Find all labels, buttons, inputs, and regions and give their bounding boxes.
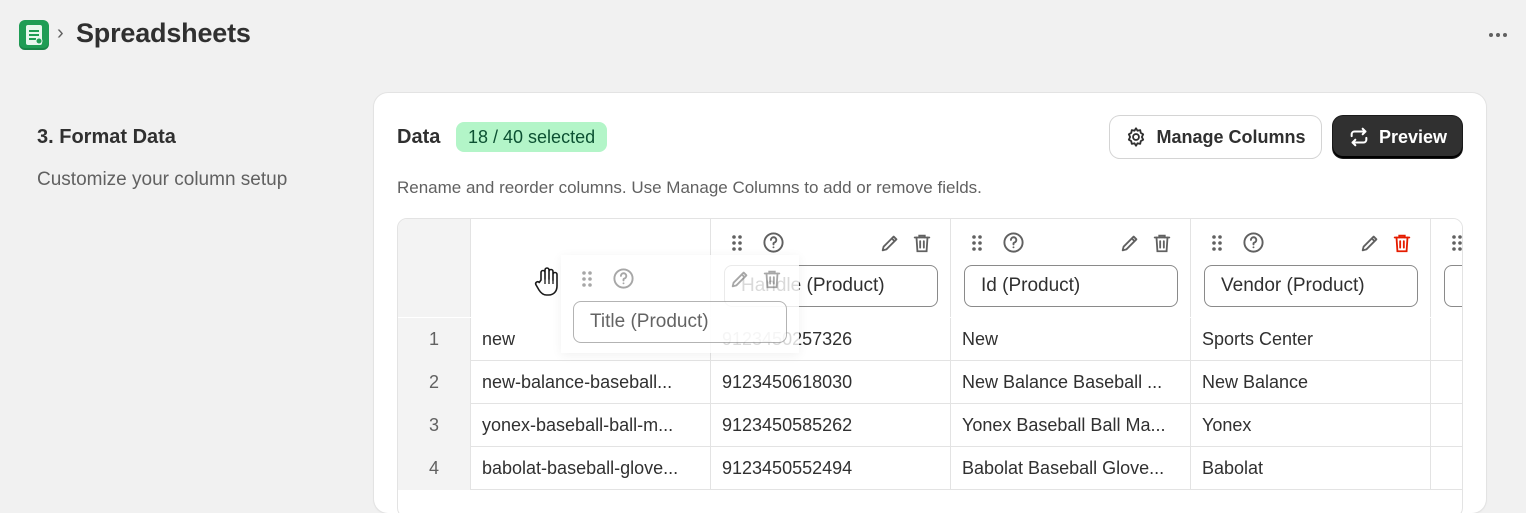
delete-trash-icon[interactable] (911, 231, 933, 255)
help-icon[interactable] (762, 231, 785, 254)
edit-pencil-icon[interactable] (1119, 232, 1141, 254)
column-name-input[interactable]: Id (Product) (964, 265, 1178, 307)
table-cell (1431, 404, 1462, 447)
table-cell: Sports Center (1191, 318, 1431, 361)
edit-pencil-icon[interactable] (879, 232, 901, 254)
table-cell: Babolat Baseball Glove... (951, 447, 1191, 490)
row-number: 2 (398, 361, 471, 404)
column-name-input[interactable]: Title (Product) (573, 301, 787, 343)
help-icon[interactable] (1242, 231, 1265, 254)
table-row: 3 yonex-baseball-ball-m... 9123450585262… (398, 404, 1462, 447)
refresh-icon (1350, 127, 1368, 147)
edit-pencil-icon[interactable] (1359, 232, 1381, 254)
table-cell: 9123450552494 (711, 447, 951, 490)
column-header-vendor: Vendor (Product) (1191, 219, 1431, 317)
row-number: 1 (398, 318, 471, 361)
drag-handle-icon[interactable] (1451, 234, 1463, 252)
column-header-id: Id (Product) (951, 219, 1191, 317)
table-cell: New (951, 318, 1191, 361)
table-cell (1431, 318, 1462, 361)
manage-columns-label: Manage Columns (1156, 126, 1306, 147)
table-cell: Yonex Baseball Ball Ma... (951, 404, 1191, 447)
row-number: 3 (398, 404, 471, 447)
top-bar: › Spreadsheets (0, 0, 1526, 70)
row-number-header (398, 219, 471, 317)
table-cell: yonex-baseball-ball-m... (471, 404, 711, 447)
column-header-next (1431, 219, 1463, 317)
step-subtitle: Customize your column setup (37, 169, 288, 190)
card-description: Rename and reorder columns. Use Manage C… (397, 178, 982, 197)
card-title: Data (397, 126, 441, 148)
table-cell: new-balance-baseball... (471, 361, 711, 404)
step-title: 3. Format Data (37, 126, 176, 148)
preview-button[interactable]: Preview (1333, 116, 1462, 158)
table-cell: New Balance (1191, 361, 1431, 404)
table-cell: 9123450585262 (711, 404, 951, 447)
drag-handle-icon[interactable] (731, 234, 743, 252)
table-cell (1431, 447, 1462, 490)
breadcrumb-chevron-icon: › (57, 22, 64, 44)
delete-trash-icon[interactable] (1151, 231, 1173, 255)
drag-handle-icon[interactable] (1211, 234, 1223, 252)
table-cell: New Balance Baseball ... (951, 361, 1191, 404)
grab-hand-cursor-icon (534, 267, 558, 296)
data-card: Data 18 / 40 selected Manage Columns Pre… (374, 93, 1486, 513)
dragging-column-ghost[interactable]: Title (Product) (561, 255, 799, 353)
selected-count-badge: 18 / 40 selected (456, 122, 608, 152)
drag-handle-icon[interactable] (971, 234, 983, 252)
page-title: Spreadsheets (76, 18, 251, 48)
table-cell: 9123450618030 (711, 361, 951, 404)
help-icon[interactable] (612, 267, 635, 290)
delete-trash-icon[interactable] (761, 267, 783, 291)
table-cell: Yonex (1191, 404, 1431, 447)
help-icon[interactable] (1002, 231, 1025, 254)
column-name-input[interactable]: Vendor (Product) (1204, 265, 1418, 307)
data-grid: Handle (Product) Id (Product) Vendor (Pr… (397, 218, 1463, 513)
gear-icon (1128, 127, 1145, 147)
edit-pencil-icon[interactable] (729, 268, 751, 290)
table-cell: Babolat (1191, 447, 1431, 490)
table-row: 1 new 9123450257326 New Sports Center (398, 318, 1462, 361)
table-cell (1431, 361, 1462, 404)
table-row: 4 babolat-baseball-glove... 912345055249… (398, 447, 1462, 490)
drag-handle-icon[interactable] (581, 270, 593, 288)
more-horizontal-icon[interactable] (1484, 23, 1512, 47)
table-row: 2 new-balance-baseball... 9123450618030 … (398, 361, 1462, 404)
preview-label: Preview (1378, 126, 1448, 147)
column-name-input[interactable] (1444, 265, 1462, 307)
spreadsheet-app-icon[interactable] (19, 20, 49, 50)
delete-trash-icon[interactable] (1391, 231, 1413, 255)
table-cell: babolat-baseball-glove... (471, 447, 711, 490)
row-number: 4 (398, 447, 471, 490)
manage-columns-button[interactable]: Manage Columns (1110, 116, 1321, 158)
